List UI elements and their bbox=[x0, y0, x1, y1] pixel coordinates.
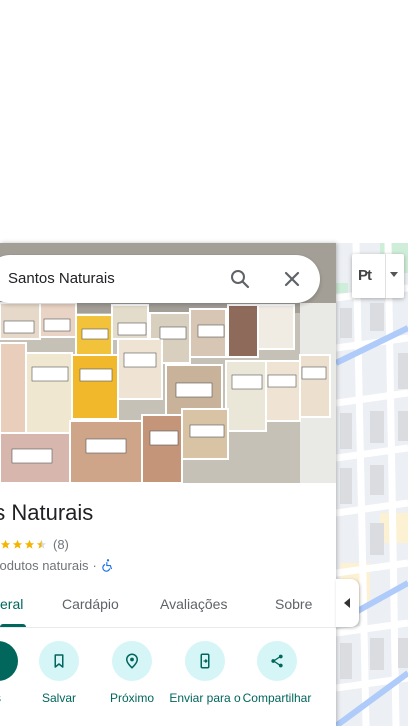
star-icon bbox=[24, 539, 35, 549]
place-title: os Naturais bbox=[0, 500, 94, 525]
send-to-phone-label: Enviar para o bbox=[169, 691, 241, 705]
bookmark-icon bbox=[54, 654, 64, 668]
caret-down-icon[interactable] bbox=[390, 272, 398, 277]
chevron-left-icon bbox=[344, 598, 350, 608]
rating-stars bbox=[0, 539, 47, 550]
collapse-panel-button[interactable] bbox=[336, 579, 359, 627]
share-icon bbox=[271, 654, 283, 668]
map-tiles bbox=[336, 243, 408, 726]
rating-row[interactable]: (8) bbox=[0, 536, 69, 552]
save-button[interactable]: Salvar bbox=[27, 641, 91, 706]
category-row: produtos naturais · bbox=[0, 556, 115, 574]
share-label: Compartilhar bbox=[242, 691, 312, 705]
nearby-button[interactable]: Próximo bbox=[100, 641, 164, 706]
search-input[interactable]: Santos Naturais bbox=[8, 255, 115, 303]
tab-overview[interactable]: eral bbox=[0, 582, 23, 628]
save-label: Salvar bbox=[41, 691, 76, 705]
layer-divider bbox=[385, 254, 386, 298]
blank-area bbox=[0, 0, 408, 243]
nearby-label: Próximo bbox=[109, 691, 154, 705]
map[interactable] bbox=[336, 243, 408, 726]
nearby-icon bbox=[125, 653, 139, 669]
map-layer-button[interactable]: Pt bbox=[352, 254, 404, 298]
star-icon bbox=[12, 539, 23, 549]
search-icon[interactable] bbox=[228, 267, 252, 291]
close-icon[interactable] bbox=[280, 267, 304, 291]
wheelchair-icon bbox=[102, 559, 112, 572]
separator: · bbox=[92, 557, 97, 573]
search-box[interactable]: Santos Naturais bbox=[0, 255, 320, 303]
active-tab-indicator bbox=[0, 624, 26, 627]
tab-about[interactable]: Sobre bbox=[275, 582, 312, 628]
tab-menu[interactable]: Cardápio bbox=[62, 582, 119, 628]
directions-icon bbox=[0, 641, 18, 681]
send-to-phone-icon bbox=[200, 653, 210, 669]
star-icon bbox=[0, 539, 11, 549]
review-count[interactable]: (8) bbox=[53, 537, 69, 552]
place-category[interactable]: produtos naturais bbox=[0, 558, 88, 573]
tab-reviews[interactable]: Avaliações bbox=[160, 582, 227, 628]
tab-bar: eral Cardápio Avaliações Sobre bbox=[0, 582, 336, 628]
layer-label: Pt bbox=[358, 267, 372, 284]
star-icon bbox=[36, 539, 47, 549]
send-to-phone-button[interactable]: Enviar para o bbox=[169, 641, 241, 706]
place-panel: Santos Naturais os Naturais (8) produtos… bbox=[0, 243, 336, 726]
share-button[interactable]: Compartilhar bbox=[243, 641, 311, 706]
